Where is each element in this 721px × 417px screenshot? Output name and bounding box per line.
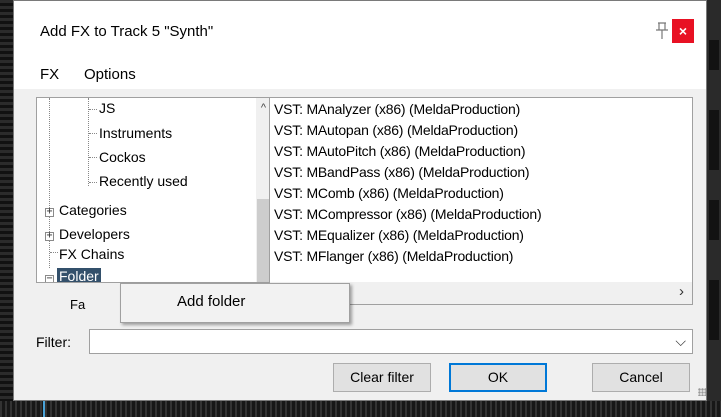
tree-item-js[interactable]: JS — [99, 100, 115, 116]
title-bar[interactable]: Add FX to Track 5 "Synth" × — [14, 1, 706, 61]
window-title: Add FX to Track 5 "Synth" — [40, 23, 214, 40]
plugin-item[interactable]: VST: MAutoPitch (x86) (MeldaProduction) — [274, 143, 526, 159]
tree-item-fx-chains[interactable]: FX Chains — [59, 246, 124, 262]
plugin-item[interactable]: VST: MComb (x86) (MeldaProduction) — [274, 185, 504, 201]
plugin-item[interactable]: VST: MAutopan (x86) (MeldaProduction) — [274, 122, 518, 138]
plugin-item[interactable]: VST: MBandPass (x86) (MeldaProduction) — [274, 164, 530, 180]
plugin-item[interactable]: VST: MAnalyzer (x86) (MeldaProduction) — [274, 101, 520, 117]
tree-item-categories[interactable]: Categories — [59, 202, 127, 218]
add-fx-dialog: Add FX to Track 5 "Synth" × FX Options J… — [13, 0, 707, 401]
collapse-folder-icon[interactable]: − — [45, 274, 54, 282]
pin-icon[interactable] — [652, 21, 672, 41]
tree-item-fa[interactable]: Fa — [70, 297, 85, 312]
tree-guide-line — [88, 98, 89, 186]
play-cursor — [43, 401, 45, 417]
plugin-item[interactable]: VST: MCompressor (x86) (MeldaProduction) — [274, 206, 542, 222]
tree-item-recently-used[interactable]: Recently used — [99, 173, 188, 189]
tree-item-folder[interactable]: Folder — [57, 268, 101, 282]
plugin-item[interactable]: VST: MFlanger (x86) (MeldaProduction) — [274, 248, 513, 264]
tree-guide-line — [49, 98, 50, 268]
menu-fx[interactable]: FX — [40, 66, 59, 83]
tree-item-developers[interactable]: Developers — [59, 226, 130, 242]
background-track-waveform-left — [0, 0, 13, 417]
tree-item-cockos[interactable]: Cockos — [99, 149, 146, 165]
expand-developers-icon[interactable]: + — [45, 231, 54, 241]
menu-options[interactable]: Options — [84, 66, 136, 83]
scroll-right-icon[interactable]: › — [679, 283, 684, 300]
filter-input[interactable]: ⌵ — [89, 329, 693, 354]
menu-item-add-folder[interactable]: Add folder — [177, 293, 245, 310]
context-menu: Add folder — [120, 283, 350, 323]
filter-label: Filter: — [36, 334, 71, 350]
background-timeline — [0, 401, 721, 417]
plugin-list[interactable]: VST: MAnalyzer (x86) (MeldaProduction) V… — [269, 97, 693, 305]
background-track-area-right — [707, 0, 721, 417]
ok-button[interactable]: OK — [449, 363, 547, 392]
expand-categories-icon[interactable]: + — [45, 207, 54, 217]
plugin-item[interactable]: VST: MEqualizer (x86) (MeldaProduction) — [274, 227, 524, 243]
folder-tree[interactable]: JS Instruments Cockos Recently used + Ca… — [36, 97, 271, 283]
menu-bar: FX Options — [14, 61, 706, 89]
clear-filter-button[interactable]: Clear filter — [333, 363, 431, 392]
resize-grip-icon[interactable] — [698, 388, 706, 396]
close-button[interactable]: × — [672, 19, 694, 43]
cancel-button[interactable]: Cancel — [592, 363, 690, 392]
tree-item-instruments[interactable]: Instruments — [99, 125, 172, 141]
chevron-down-icon[interactable]: ⌵ — [675, 333, 686, 350]
